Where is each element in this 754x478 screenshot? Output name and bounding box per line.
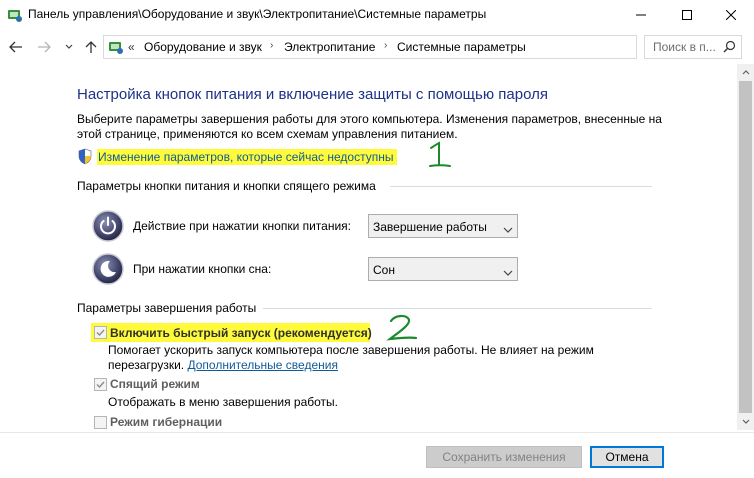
- vertical-scrollbar[interactable]: [737, 64, 754, 430]
- up-level-button[interactable]: [82, 36, 100, 58]
- breadcrumb-separator-icon[interactable]: ›: [384, 40, 387, 51]
- sleep-mode-description: Отображать в меню завершения работы.: [108, 395, 339, 409]
- hibernate-label: Режим гибернации: [110, 415, 223, 429]
- title-bar: Панель управления\Оборудование и звук\Эл…: [0, 0, 754, 30]
- annotation-number-2: [385, 312, 421, 347]
- breadcrumb-hardware-sound[interactable]: Оборудование и звук: [144, 40, 262, 54]
- sleep-mode-label: Спящий режим: [110, 377, 200, 391]
- search-icon[interactable]: [723, 40, 736, 56]
- fast-startup-checkbox[interactable]: [94, 326, 107, 339]
- power-button-action-value: Завершение работы: [373, 220, 487, 234]
- fast-startup-description-prefix: перезагрузки.: [108, 358, 185, 372]
- cancel-button[interactable]: Отмена: [590, 446, 664, 468]
- sleep-button-label: При нажатии кнопки сна:: [133, 262, 272, 276]
- navigation-bar: « Оборудование и звук › Электропитание ›…: [0, 32, 754, 62]
- hibernate-checkbox[interactable]: [94, 416, 107, 429]
- sleep-button-action-value: Сон: [373, 263, 395, 277]
- footer-divider: [0, 432, 754, 433]
- group-divider: [263, 308, 652, 309]
- power-buttons-group-label: Параметры кнопки питания и кнопки спящег…: [77, 179, 376, 193]
- window-title: Панель управления\Оборудование и звук\Эл…: [28, 7, 487, 21]
- hibernate-row: Режим гибернации: [0, 412, 737, 432]
- sleep-button-action-select[interactable]: Сон: [368, 257, 518, 281]
- minimize-button[interactable]: [618, 0, 664, 30]
- breadcrumb-overflow[interactable]: «: [128, 40, 135, 54]
- control-panel-icon: [108, 39, 124, 55]
- sleep-button-icon: [92, 253, 124, 285]
- scrollbar-thumb[interactable]: [739, 81, 752, 413]
- maximize-button[interactable]: [664, 0, 710, 30]
- uac-shield-icon: [77, 148, 93, 168]
- recent-locations-chevron-icon[interactable]: [62, 36, 76, 58]
- fast-startup-label: Включить быстрый запуск (рекомендуется): [110, 326, 372, 340]
- forward-button[interactable]: [34, 36, 54, 58]
- breadcrumb-power-options[interactable]: Электропитание: [284, 40, 375, 54]
- annotation-number-1: [425, 140, 455, 173]
- breadcrumb-system-settings[interactable]: Системные параметры: [397, 40, 526, 54]
- chevron-down-icon: [503, 265, 513, 279]
- close-button[interactable]: [708, 0, 754, 30]
- shutdown-settings-group-label: Параметры завершения работы: [77, 301, 257, 315]
- power-button-action-select[interactable]: Завершение работы: [368, 214, 518, 238]
- search-placeholder: Поиск в п...: [653, 40, 716, 54]
- power-button-icon: [92, 210, 124, 242]
- fast-startup-description: Помогает ускорить запуск компьютера посл…: [108, 343, 594, 357]
- sleep-mode-checkbox[interactable]: [94, 378, 107, 391]
- chevron-down-icon: [503, 222, 513, 236]
- control-panel-icon: [7, 7, 23, 23]
- scroll-down-icon[interactable]: [737, 413, 754, 430]
- power-button-label: Действие при нажатии кнопки питания:: [133, 219, 352, 233]
- address-bar[interactable]: « Оборудование и звук › Электропитание ›…: [103, 35, 735, 59]
- group-divider: [390, 186, 652, 187]
- more-info-link[interactable]: Дополнительные сведения: [187, 358, 337, 372]
- change-unavailable-settings-link[interactable]: Изменение параметров, которые сейчас нед…: [97, 149, 397, 165]
- breadcrumb-separator-icon[interactable]: ›: [270, 40, 273, 51]
- back-button[interactable]: [6, 36, 26, 58]
- save-changes-button[interactable]: Сохранить изменения: [426, 446, 582, 468]
- search-input[interactable]: Поиск в п...: [644, 35, 742, 59]
- page-title: Настройка кнопок питания и включение защ…: [77, 86, 548, 103]
- page-description: Выберите параметры завершения работы для…: [77, 112, 662, 141]
- fast-startup-description-line2: перезагрузки. Дополнительные сведения: [108, 358, 338, 373]
- scroll-up-icon[interactable]: [737, 64, 754, 81]
